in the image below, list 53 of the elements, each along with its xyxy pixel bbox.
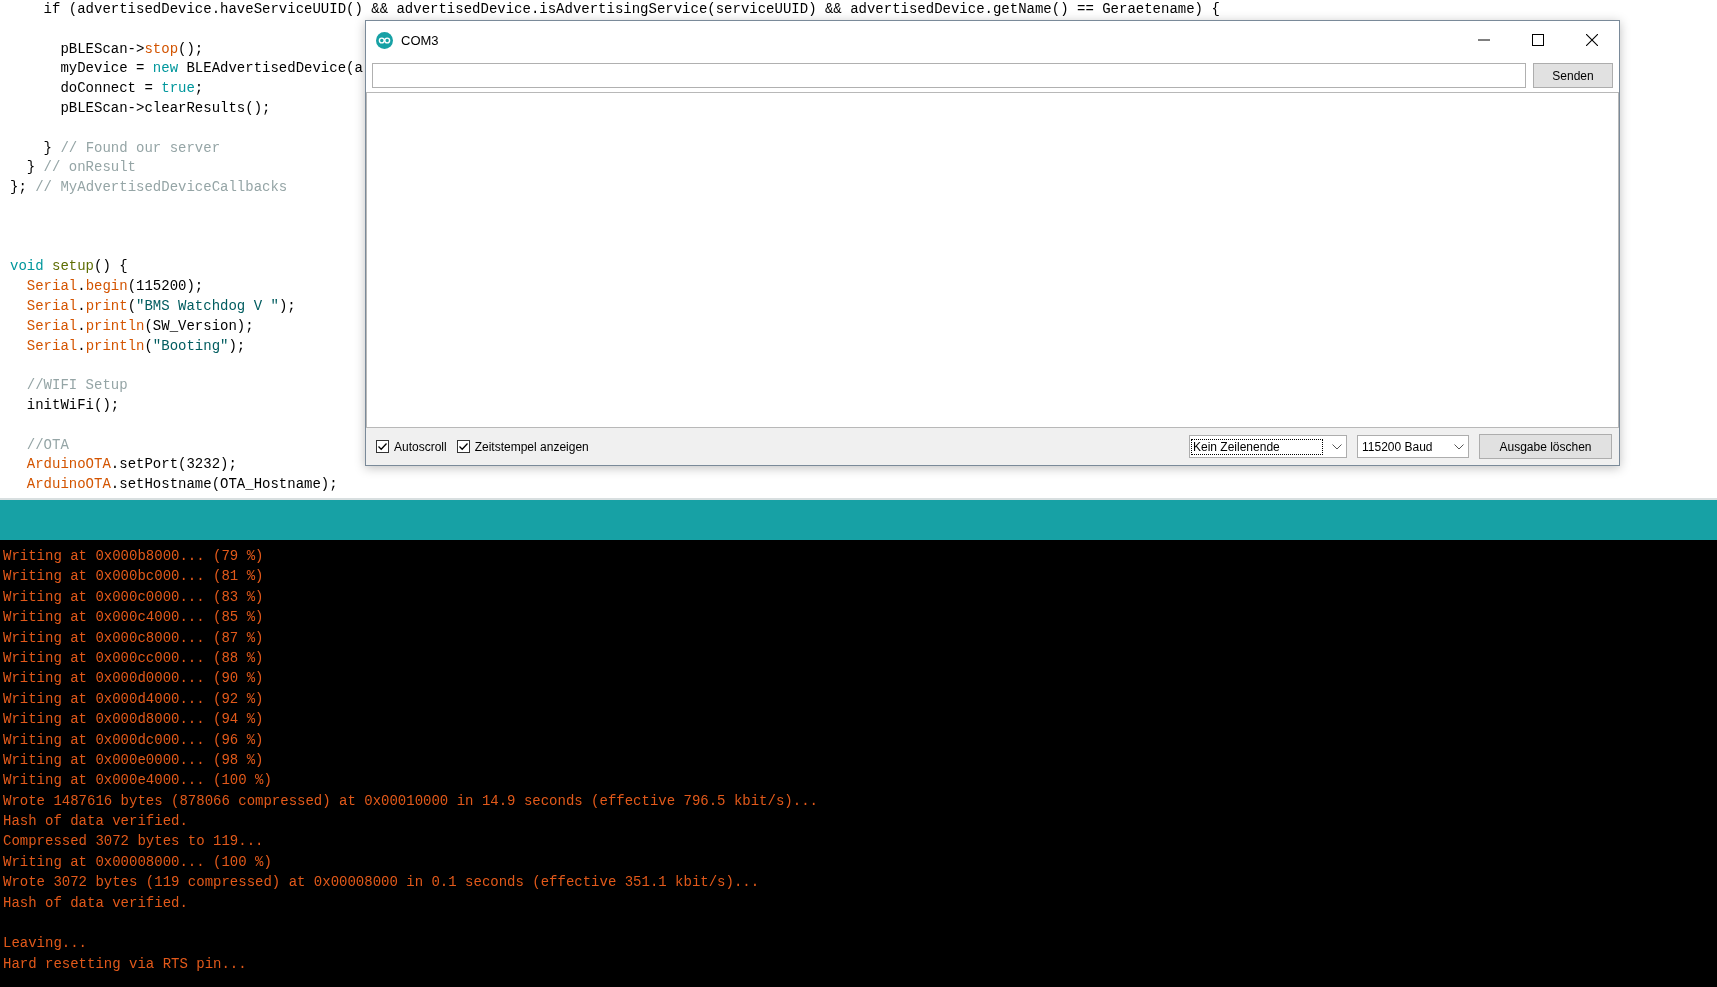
checkbox[interactable] xyxy=(456,440,470,453)
console-line: Writing at 0x000c8000... (87 %) xyxy=(3,628,264,648)
console-line: Hash of data verified. xyxy=(3,812,188,832)
code-line: doConnect = true; xyxy=(59,79,204,99)
clear-output-button[interactable]: Ausgabe löschen xyxy=(1479,434,1612,459)
code-line: void setup() { xyxy=(10,257,128,277)
console-line: Writing at 0x000e0000... (98 %) xyxy=(3,750,264,770)
baud-rate-dropdown[interactable]: 115200 Baud xyxy=(1357,435,1469,458)
code-line: //WIFI Setup xyxy=(25,376,128,396)
console-line: Writing at 0x000d4000... (92 %) xyxy=(3,689,264,709)
console-line: Compressed 3072 bytes to 119... xyxy=(3,832,264,852)
console-line: Hard resetting via RTS pin... xyxy=(3,954,247,974)
console-line: Writing at 0x000c0000... (83 %) xyxy=(3,587,264,607)
infinity-logo-icon xyxy=(376,31,393,49)
console-line: Writing at 0x000cc000... (88 %) xyxy=(3,648,264,668)
console-line: Writing at 0x000bc000... (81 %) xyxy=(3,567,264,587)
send-button[interactable]: Senden xyxy=(1533,63,1613,88)
console-line: Writing at 0x00008000... (100 %) xyxy=(3,852,272,872)
code-line: myDevice = new BLEAdvertisedDevice(a xyxy=(59,59,363,79)
code-line: pBLEScan->stop(); xyxy=(59,39,204,59)
console-line: Writing at 0x000d0000... (90 %) xyxy=(3,669,264,689)
code-line: if (advertisedDevice.haveServiceUUID() && advertisedDevice.isAdvertisingService(serviceUUID) && advertisedDevice.getName() == Geraetename) { xyxy=(42,0,1220,19)
checkbox[interactable] xyxy=(376,440,389,453)
line-ending-dropdown[interactable]: Kein Zeilenende xyxy=(1189,435,1347,458)
maximize-icon[interactable] xyxy=(1532,34,1544,46)
console-line: Wrote 3072 bytes (119 compressed) at 0x00008000 in 0.1 seconds (effective 351.1 kbit/s)... xyxy=(3,873,760,893)
checkbox-label: Zeitstempel anzeigen xyxy=(474,439,589,454)
close-icon[interactable] xyxy=(1586,34,1598,46)
console-line: Leaving... xyxy=(3,934,87,954)
code-line: } // Found our server xyxy=(42,138,221,158)
code-line: Serial.print("BMS Watchdog V "); xyxy=(25,296,296,316)
console-line: Writing at 0x000d8000... (94 %) xyxy=(3,710,264,730)
code-line: ArduinoOTA.setHostname(OTA_Hostname); xyxy=(25,475,338,495)
code-line: Serial.println("Booting"); xyxy=(25,336,246,356)
window-title: COM3 xyxy=(401,32,440,48)
code-line: ArduinoOTA.setPort(3232); xyxy=(25,455,237,475)
console-line: Writing at 0x000b8000... (79 %) xyxy=(3,547,264,566)
console-line: Writing at 0x000dc000... (96 %) xyxy=(3,730,264,750)
caret-icon xyxy=(1332,443,1342,450)
send-input-field[interactable] xyxy=(372,63,1526,88)
caret-icon xyxy=(1454,443,1464,450)
code-line: }; // MyAdvertisedDeviceCallbacks xyxy=(10,178,288,198)
code-line: } // onResult xyxy=(25,158,137,178)
code-line: pBLEScan->clearResults(); xyxy=(59,99,271,118)
console-line: Wrote 1487616 bytes (878066 compressed) at 0x00010000 in 14.9 seconds (effective 796.5 kbit/s)... xyxy=(3,791,818,811)
console-line: Hash of data verified. xyxy=(3,893,188,913)
code-line: Serial.begin(115200); xyxy=(25,277,204,297)
code-line: initWiFi(); xyxy=(25,395,120,415)
code-line: //OTA xyxy=(25,435,69,455)
console-line: Writing at 0x000e4000... (100 %) xyxy=(3,771,272,791)
code-line: Serial.println(SW_Version); xyxy=(25,316,254,336)
console-line: Writing at 0x000c4000... (85 %) xyxy=(3,608,264,628)
checkbox-label: Autoscroll xyxy=(394,439,447,454)
